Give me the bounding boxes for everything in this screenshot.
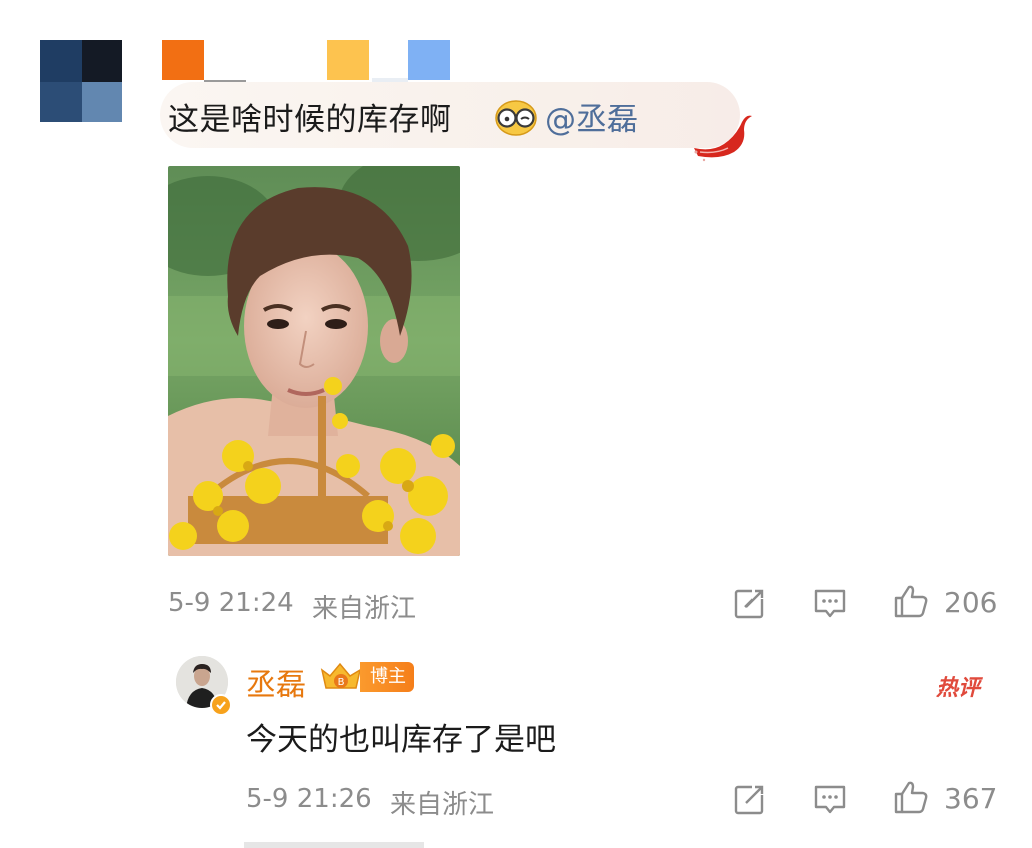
comment-photo[interactable] — [168, 166, 460, 556]
blogger-label: 博主 — [360, 662, 414, 692]
reply-text: 今天的也叫库存了是吧 — [246, 722, 556, 758]
wink-glasses-emoji — [495, 100, 537, 136]
mention-link[interactable]: @丞磊 — [545, 94, 638, 139]
commenter-avatar[interactable] — [40, 40, 122, 122]
like-icon[interactable] — [893, 583, 929, 619]
next-item-peek — [244, 842, 424, 848]
crown-badge-icon: B — [320, 662, 362, 689]
reply-time: 5-9 21:26 — [246, 784, 372, 814]
like-icon[interactable] — [893, 779, 929, 815]
comment-icon[interactable] — [812, 782, 848, 818]
share-icon[interactable] — [732, 585, 768, 621]
svg-text:B: B — [338, 677, 345, 688]
ribbon-decoration — [694, 115, 752, 162]
comment-time: 5-9 21:24 — [168, 588, 294, 618]
reply-location: 来自浙江 — [390, 790, 495, 820]
blogger-badge: B 博主 — [318, 660, 414, 694]
comment-location: 来自浙江 — [312, 594, 417, 624]
comment-icon[interactable] — [812, 586, 848, 622]
share-icon[interactable] — [732, 781, 768, 817]
comment-text: 这是啥时候的库存啊 — [168, 102, 452, 138]
like-count: 206 — [944, 586, 998, 619]
like-count: 367 — [944, 782, 998, 815]
reply-username[interactable]: 丞磊 — [246, 660, 306, 704]
hot-comment-tag: 热评 — [936, 676, 981, 701]
verified-badge-icon — [210, 694, 232, 716]
